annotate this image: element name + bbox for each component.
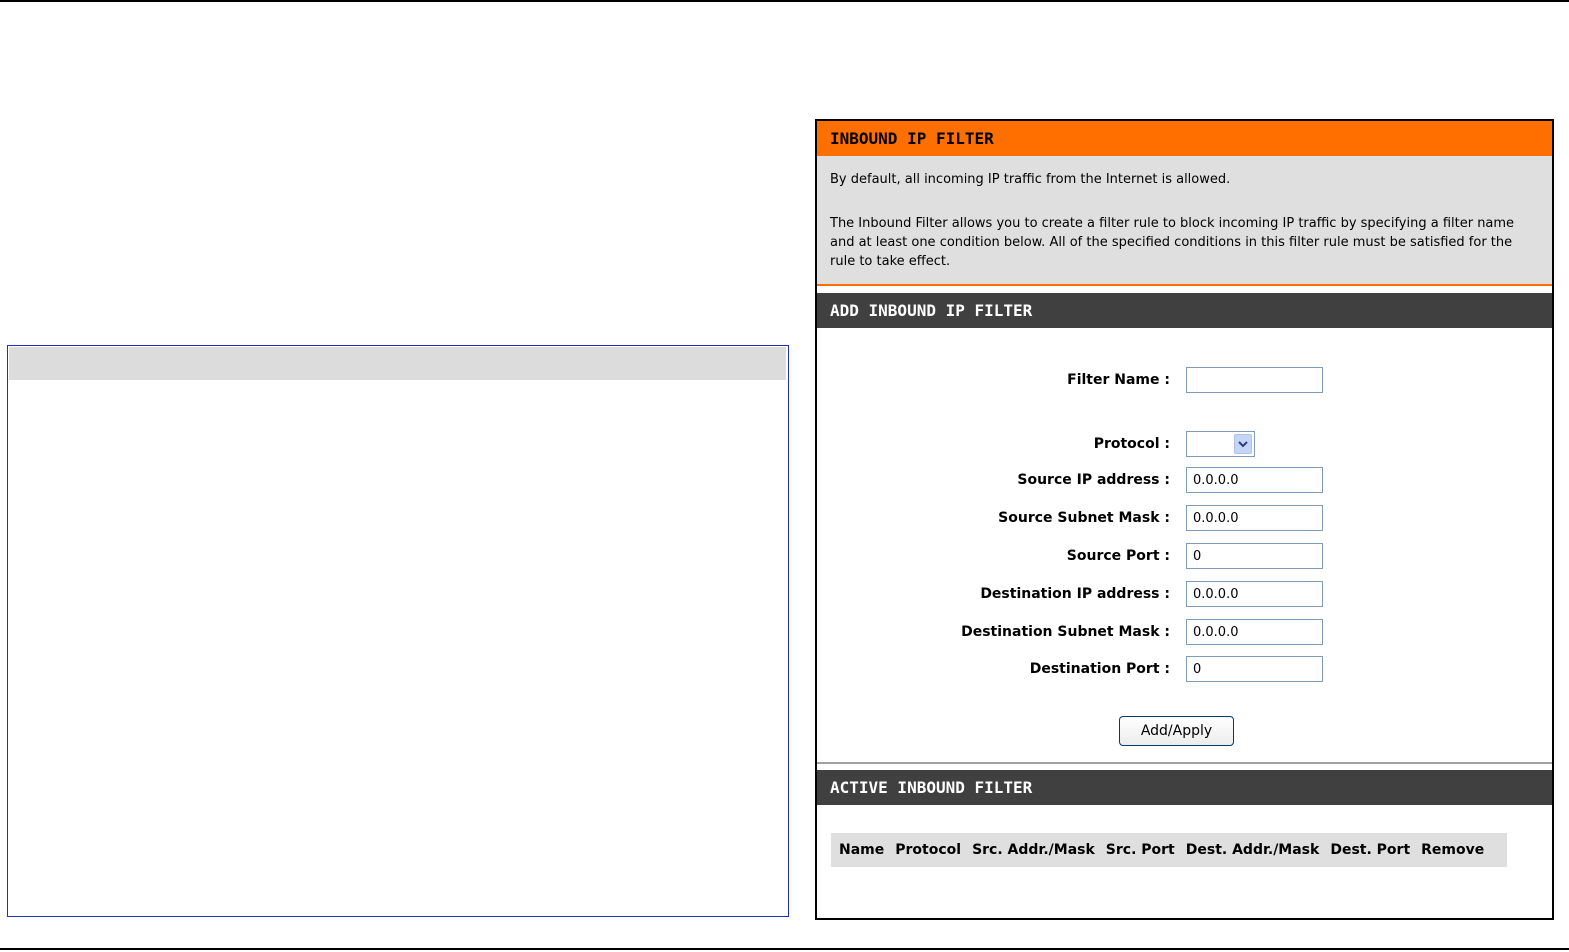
filter-name-label: Filter Name :	[1067, 372, 1170, 388]
source-mask-label: Source Subnet Mask :	[998, 510, 1170, 526]
source-ip-input[interactable]	[1186, 467, 1323, 493]
intro-text-default: By default, all incoming IP traffic from…	[830, 172, 1231, 187]
dest-port-input[interactable]	[1186, 656, 1323, 682]
active-section-title: ACTIVE INBOUND FILTER	[817, 770, 1552, 805]
intro-box: By default, all incoming IP traffic from…	[817, 156, 1552, 286]
dest-ip-label: Destination IP address :	[980, 586, 1170, 602]
dest-mask-row: Destination Subnet Mask :	[817, 619, 1552, 645]
inbound-ip-filter-panel: INBOUND IP FILTER By default, all incomi…	[815, 119, 1554, 920]
panel-title: INBOUND IP FILTER	[817, 121, 1552, 156]
column-header-name: Name	[835, 837, 889, 863]
filter-name-row: Filter Name :	[817, 367, 1552, 393]
dest-mask-input[interactable]	[1186, 619, 1323, 645]
dest-port-label: Destination Port :	[1029, 661, 1170, 677]
protocol-label: Protocol :	[1093, 436, 1170, 452]
column-header-dest-port: Dest. Port	[1326, 837, 1415, 863]
left-info-box	[7, 345, 789, 917]
filter-name-input[interactable]	[1186, 367, 1323, 393]
protocol-row: Protocol :	[817, 431, 1552, 457]
dest-ip-input[interactable]	[1186, 581, 1323, 607]
column-header-src-port: Src. Port	[1101, 837, 1179, 863]
source-port-input[interactable]	[1186, 543, 1323, 569]
dest-mask-label: Destination Subnet Mask :	[961, 624, 1170, 640]
source-port-label: Source Port :	[1066, 548, 1170, 564]
dest-port-row: Destination Port :	[817, 656, 1552, 682]
page-top-rule	[0, 0, 1569, 2]
intro-text-description: The Inbound Filter allows you to create …	[830, 216, 1515, 269]
left-info-box-header	[9, 347, 786, 380]
chevron-down-icon[interactable]	[1234, 434, 1252, 454]
column-header-remove: Remove	[1417, 837, 1489, 863]
source-ip-row: Source IP address :	[817, 467, 1552, 493]
page-bottom-rule	[0, 948, 1569, 950]
source-mask-row: Source Subnet Mask :	[817, 505, 1552, 531]
column-header-protocol: Protocol	[891, 837, 966, 863]
source-port-row: Source Port :	[817, 543, 1552, 569]
column-header-src-addr-mask: Src. Addr./Mask	[968, 837, 1099, 863]
source-ip-label: Source IP address :	[1017, 472, 1170, 488]
add-apply-button[interactable]: Add/Apply	[1119, 716, 1234, 746]
column-header-dest-addr-mask: Dest. Addr./Mask	[1181, 837, 1324, 863]
protocol-select[interactable]	[1186, 431, 1255, 457]
add-section-title: ADD INBOUND IP FILTER	[817, 293, 1552, 328]
dest-ip-row: Destination IP address :	[817, 581, 1552, 607]
active-filter-table-header: Name Protocol Src. Addr./Mask Src. Port …	[831, 833, 1507, 867]
section-divider	[817, 762, 1552, 764]
source-mask-input[interactable]	[1186, 505, 1323, 531]
